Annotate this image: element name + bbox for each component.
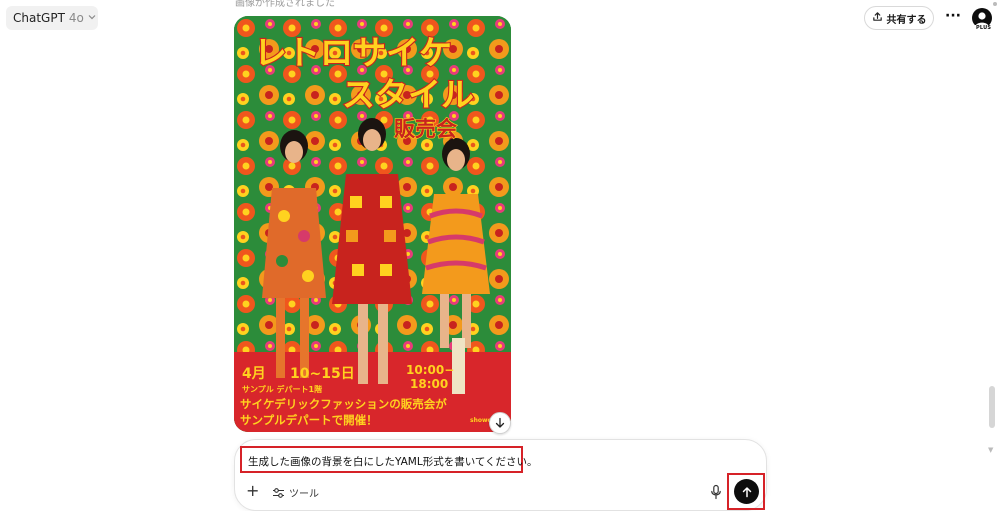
window-corner-indicator (993, 2, 997, 6)
voice-input-button[interactable] (709, 484, 723, 500)
poster-time-end: 18:00 (410, 377, 448, 391)
poster-dates: 10~15日 (290, 366, 355, 382)
poster-venue: サンプル デパート1階 (242, 384, 322, 394)
retro-poster-image: レトロサイケ スタイル 販売会 4月 10~15日 サンプル デパート1階 10… (234, 16, 511, 432)
chevron-down-icon (88, 13, 96, 23)
prompt-input[interactable]: 生成した画像の背景を白にしたYAML形式を書いてください。 (248, 454, 538, 469)
more-options-button[interactable]: ··· (942, 8, 964, 28)
poster-title-line2: スタイル (342, 75, 474, 114)
share-label: 共有する (886, 14, 927, 26)
model-selector-button[interactable]: ChatGPT 4o (6, 6, 98, 30)
arrow-up-icon (742, 486, 751, 497)
poster-title-line1: レトロサイケ (254, 33, 452, 72)
upload-icon (872, 11, 883, 25)
scroll-down-arrow-icon[interactable]: ▼ (988, 446, 993, 454)
arrow-down-icon (495, 417, 505, 428)
poster-tagline1: サイケデリックファッションの販売会が (240, 397, 447, 411)
send-button[interactable] (734, 479, 759, 504)
microphone-icon (711, 484, 721, 500)
tools-button[interactable]: ツール (272, 485, 319, 500)
image-status-text: 画像が作成されました (235, 0, 335, 9)
add-attachment-button[interactable]: + (246, 482, 259, 500)
page-scrollbar-thumb[interactable] (989, 386, 995, 428)
poster-tagline2: サンプルデパートで開催！ (240, 413, 378, 427)
generated-image[interactable]: レトロサイケ スタイル 販売会 4月 10~15日 サンプル デパート1階 10… (234, 16, 511, 432)
sliders-icon (273, 487, 284, 498)
poster-title-line3: 販売会 (394, 117, 457, 141)
download-image-button[interactable] (489, 412, 511, 434)
poster-month: 4月 (242, 366, 266, 382)
tools-label: ツール (289, 489, 319, 500)
plan-badge: PLUS (975, 25, 993, 31)
model-version: 4o (68, 11, 84, 25)
poster-time-start: 10:00− (406, 363, 454, 377)
model-name: ChatGPT (13, 11, 65, 25)
share-button[interactable]: 共有する (864, 6, 934, 30)
